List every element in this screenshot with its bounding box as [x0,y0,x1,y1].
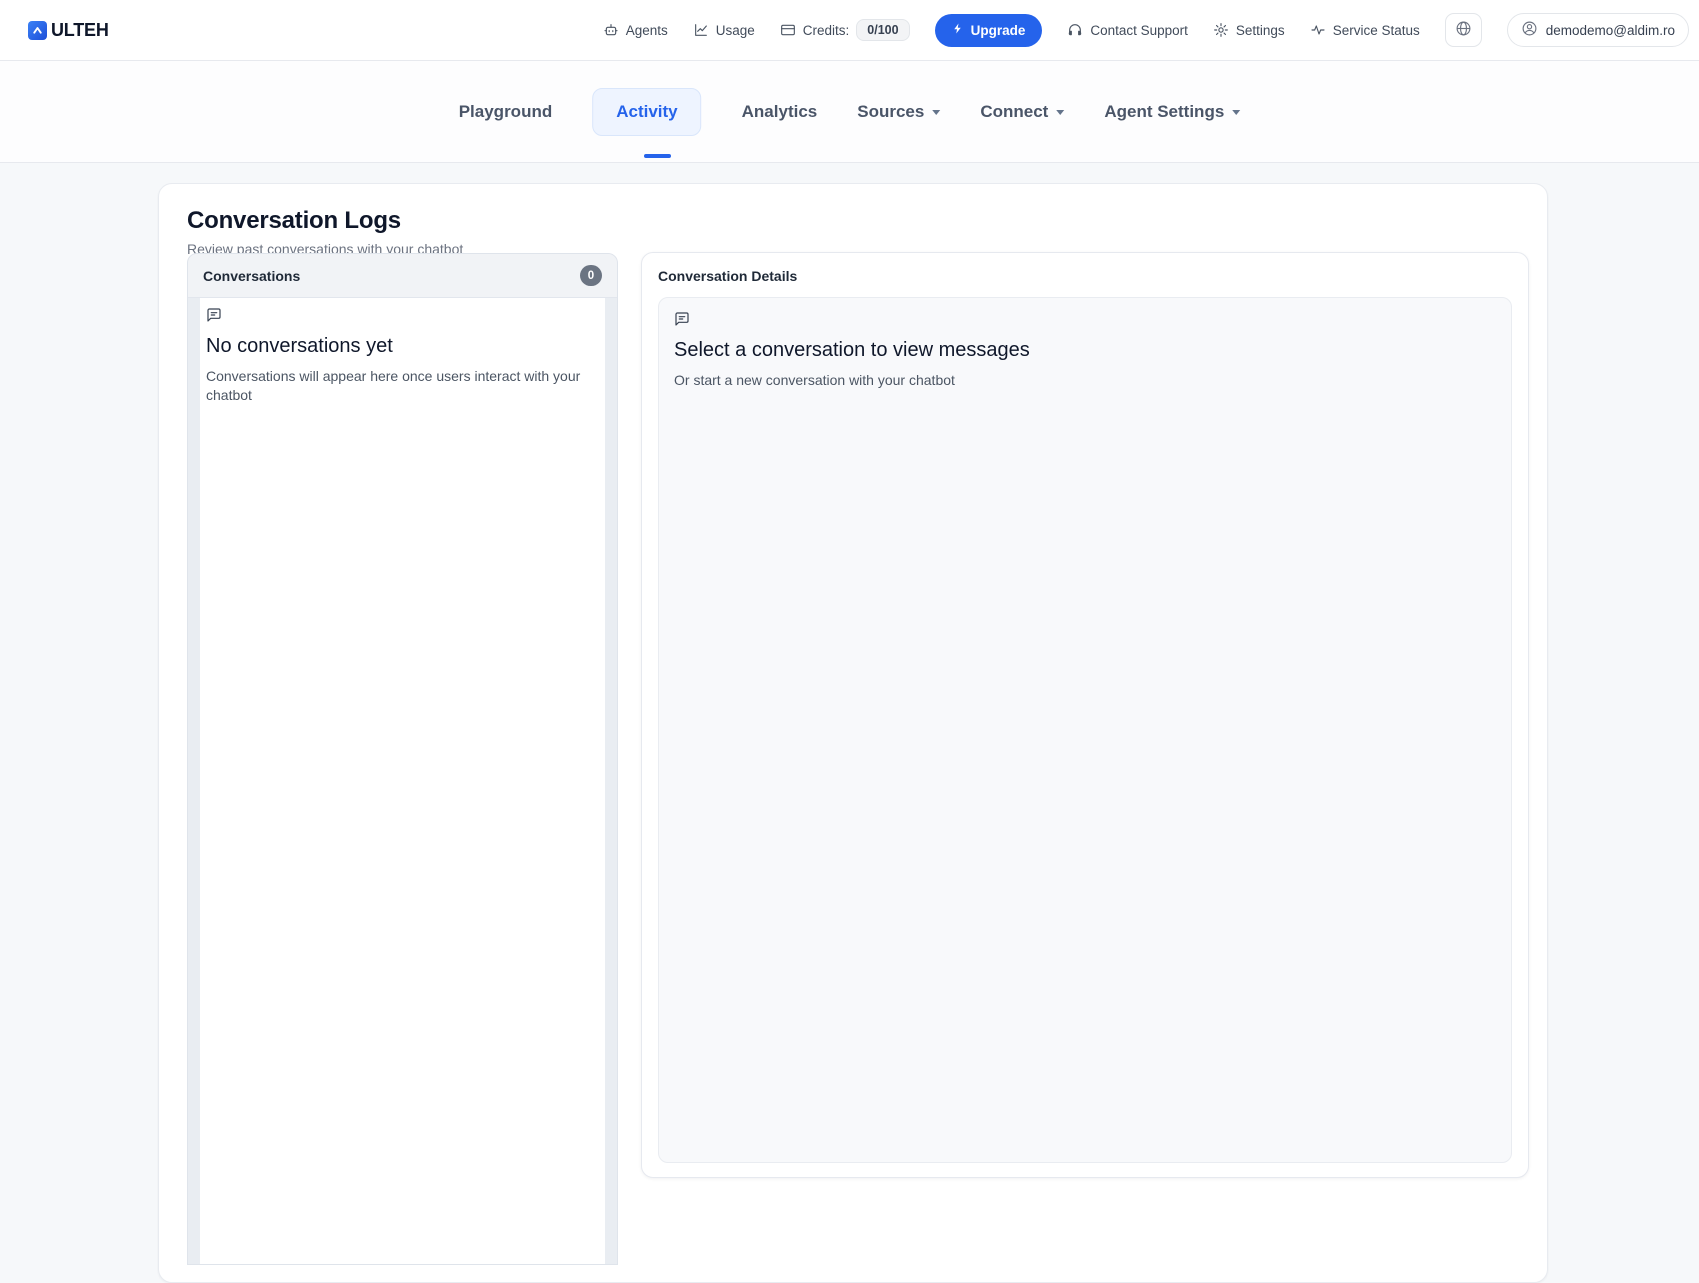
tab-agent-settings[interactable]: Agent Settings [1104,102,1240,122]
details-empty-body: Or start a new conversation with your ch… [674,371,1066,390]
headset-icon [1067,22,1083,38]
conversations-panel: Conversations 0 No conversations yet Con… [187,253,618,1265]
nav-contact-support[interactable]: Contact Support [1067,22,1188,38]
tab-agent-settings-label: Agent Settings [1104,102,1224,122]
tab-sources-label: Sources [857,102,924,122]
chevron-down-icon [1056,110,1064,115]
conversation-details-empty-state: Select a conversation to view messages O… [658,297,1512,1163]
nav-usage-label: Usage [716,23,755,38]
chevron-down-icon [1232,110,1240,115]
conversations-empty-body: Conversations will appear here once user… [206,367,598,405]
conversations-panel-title: Conversations [203,268,300,284]
section-tabbar: Playground Activity Analytics Sources Co… [0,61,1699,163]
line-chart-icon [693,22,709,38]
account-email: demodemo@aldim.ro [1546,23,1675,38]
message-square-icon [674,314,690,331]
brand-chevron-icon [28,21,47,40]
conversation-details-panel: Conversation Details Select a conversati… [641,252,1529,1178]
brand-logo[interactable]: ULTEH [28,20,109,41]
globe-icon [1455,20,1472,40]
conversation-details-title: Conversation Details [658,268,1512,284]
nav-agents[interactable]: Agents [603,22,668,38]
tab-playground[interactable]: Playground [459,102,553,122]
nav-settings[interactable]: Settings [1213,22,1285,38]
active-tab-indicator [644,154,671,158]
upgrade-button[interactable]: Upgrade [935,14,1043,47]
user-circle-icon [1521,20,1538,40]
conversations-list[interactable]: No conversations yet Conversations will … [188,298,617,1264]
conversations-panel-header: Conversations 0 [188,254,617,298]
upgrade-label: Upgrade [971,23,1026,38]
nav-agents-label: Agents [626,23,668,38]
chevron-down-icon [932,110,940,115]
conversations-empty-title: No conversations yet [206,335,599,358]
tab-connect[interactable]: Connect [980,102,1064,122]
nav-credits[interactable]: Credits: 0/100 [780,19,910,41]
account-menu[interactable]: demodemo@aldim.ro [1507,13,1689,47]
pulse-icon [1310,22,1326,38]
conversation-logs-card: Conversation Logs Review past conversati… [158,183,1548,1283]
lightning-icon [952,22,964,38]
credits-counter: 0/100 [856,19,909,41]
conversations-empty-state: No conversations yet Conversations will … [200,298,605,1264]
credit-card-icon [780,22,796,38]
app-header: ULTEH Agents Usage Credits: 0/100 [0,0,1699,61]
message-square-icon [206,310,222,327]
tab-activity[interactable]: Activity [592,88,701,136]
nav-settings-label: Settings [1236,23,1285,38]
robot-icon [603,22,619,38]
tab-connect-label: Connect [980,102,1048,122]
nav-usage[interactable]: Usage [693,22,755,38]
nav-service-status[interactable]: Service Status [1310,22,1420,38]
nav-contact-support-label: Contact Support [1090,23,1188,38]
conversations-count-badge: 0 [580,265,602,286]
language-button[interactable] [1445,13,1482,47]
details-empty-title: Select a conversation to view messages [674,339,1496,362]
nav-service-status-label: Service Status [1333,23,1420,38]
page-title: Conversation Logs [187,207,1519,235]
tab-sources[interactable]: Sources [857,102,940,122]
gear-icon [1213,22,1229,38]
nav-credits-label: Credits: [803,23,850,38]
brand-name: ULTEH [51,20,109,41]
tab-analytics[interactable]: Analytics [742,102,818,122]
